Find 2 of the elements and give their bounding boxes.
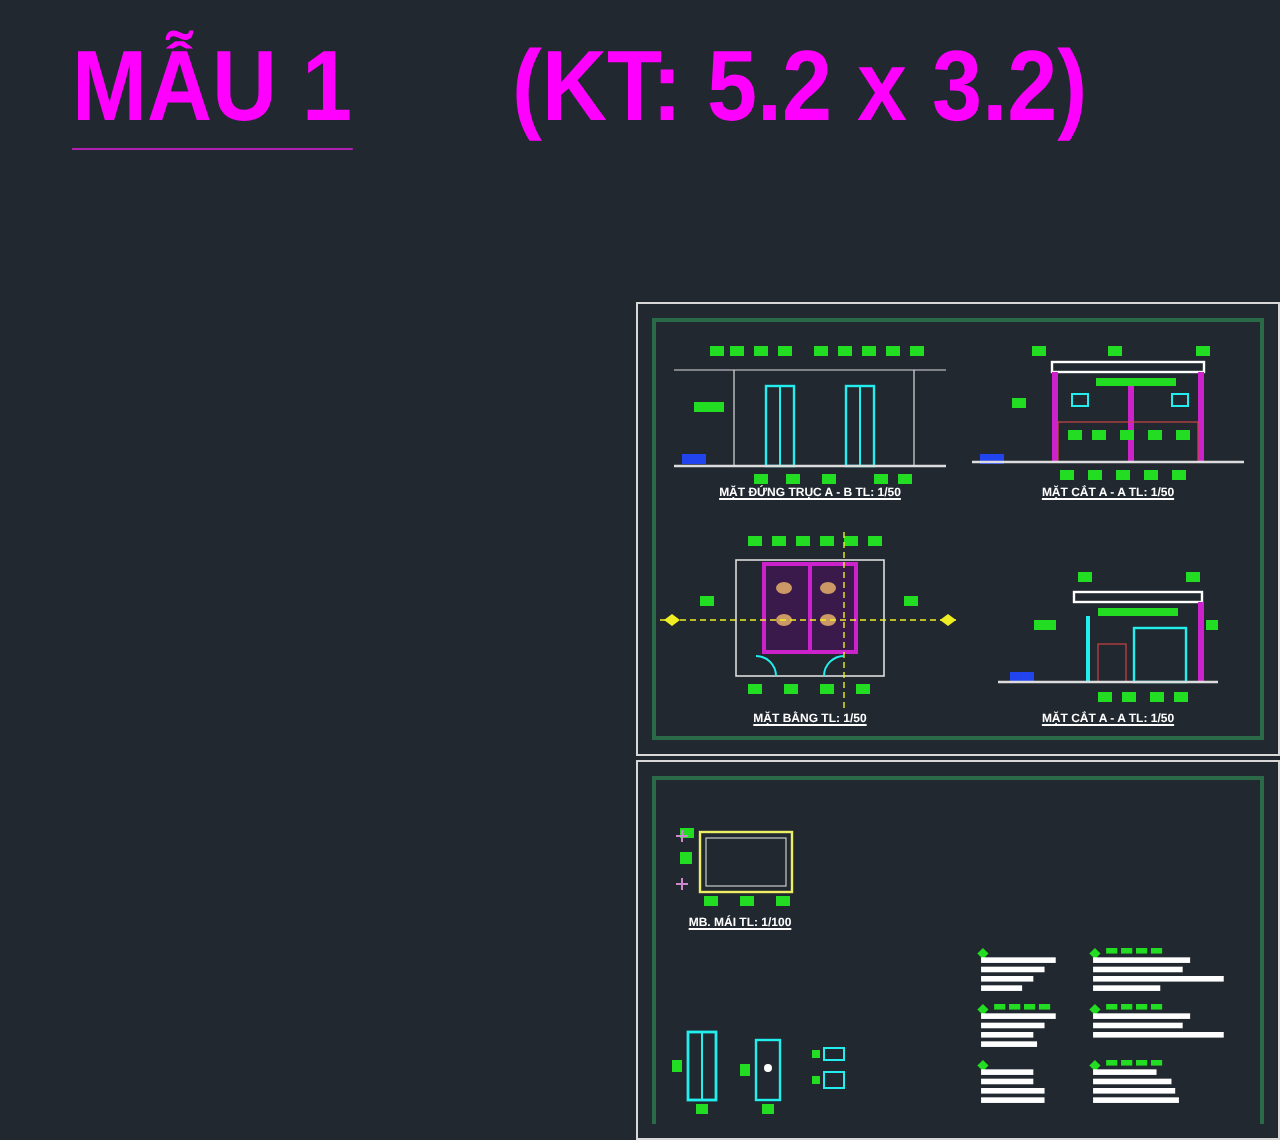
sheet-title: MẪU 1 [72, 28, 353, 150]
dimensions-label: (KT: 5.2 x 3.2) [511, 28, 1087, 144]
